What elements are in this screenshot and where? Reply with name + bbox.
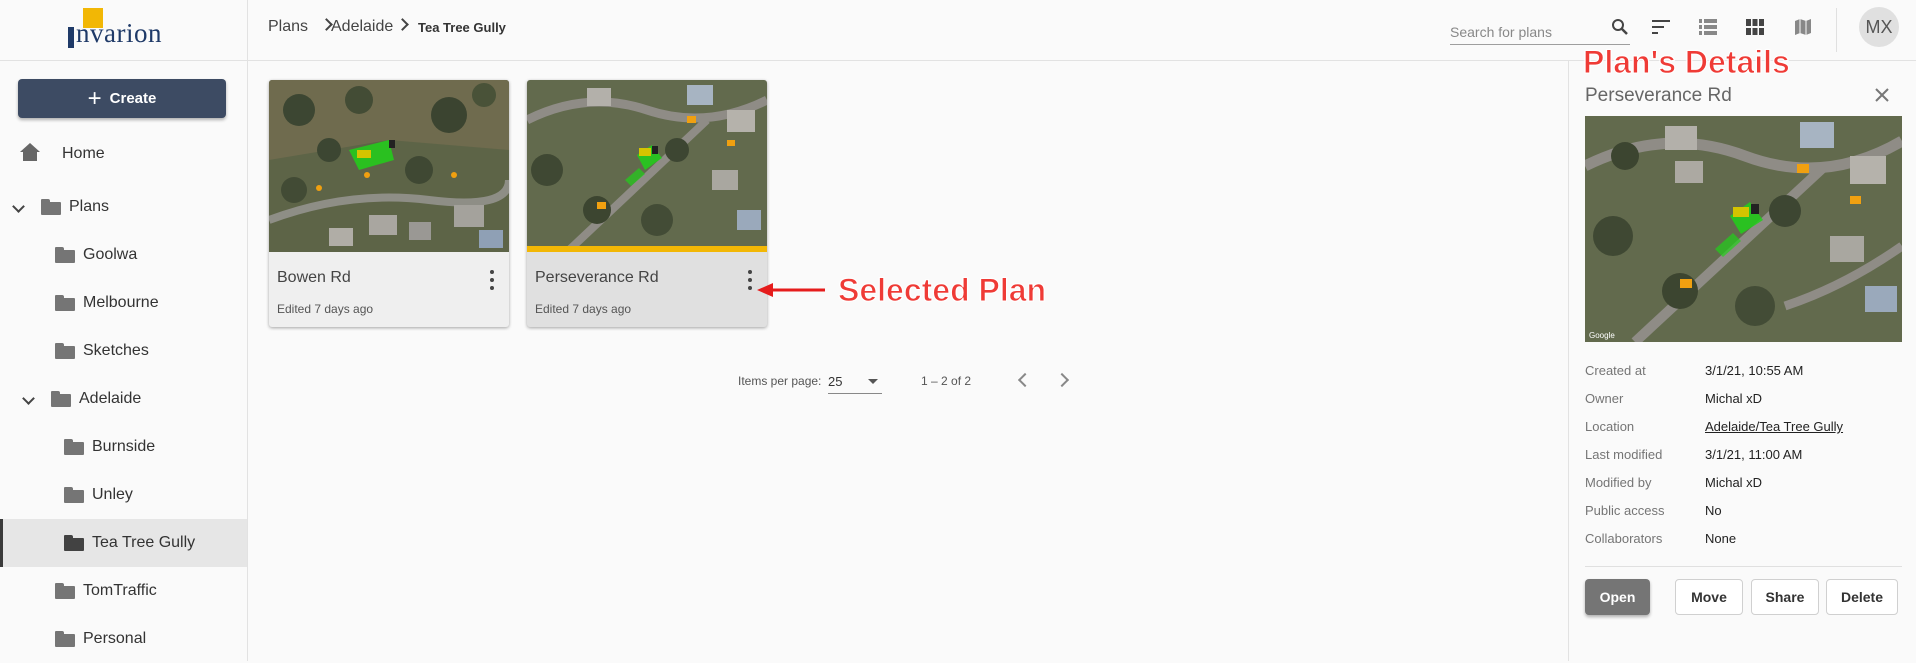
pagination-range: 1 – 2 of 2 [921,374,972,388]
sidebar-item-tomtraffic[interactable]: TomTraffic [0,567,247,615]
folder-icon [55,295,75,311]
folder-icon [55,631,75,647]
plus-icon: + [87,84,102,112]
sidebar-item-personal[interactable]: Personal [0,615,247,663]
folder-icon [64,439,84,455]
detail-value: Michal xD [1705,475,1763,490]
plan-card-subtitle: Edited 7 days ago [277,302,374,316]
breadcrumb-adelaide[interactable]: Adelaide [331,18,393,36]
detail-label: Collaborators [1585,531,1663,546]
folder-icon [64,535,84,551]
next-page-icon[interactable] [1054,372,1070,388]
more-options-icon[interactable] [747,270,753,290]
details-title: Perseverance Rd [1585,85,1732,106]
detail-label: Location [1585,419,1635,434]
annotation-selected-plan: Selected Plan [837,272,1047,309]
share-button[interactable]: Share [1751,579,1819,615]
sidebar-item-burnside[interactable]: Burnside [0,423,247,471]
plan-card-subtitle: Edited 7 days ago [535,302,632,316]
breadcrumb-plans[interactable]: Plans [268,18,308,36]
move-button[interactable]: Move [1675,579,1743,615]
sidebar-item-goolwa[interactable]: Goolwa [0,231,247,279]
annotation-arrow-icon [757,283,825,297]
search-input[interactable] [1450,18,1600,40]
detail-value: 3/1/21, 10:55 AM [1705,363,1804,378]
detail-value: Michal xD [1705,391,1763,406]
items-per-page-label: Items per page: [738,374,822,388]
detail-value: None [1705,531,1737,546]
close-icon[interactable] [1873,86,1891,104]
folder-icon [55,247,75,263]
sort-icon[interactable] [1650,15,1674,39]
open-button[interactable]: Open [1585,579,1650,615]
detail-label: Modified by [1585,475,1652,490]
list-view-icon[interactable] [1696,15,1720,39]
folder-icon [41,199,61,215]
sidebar: nvarion + Create Home Plans Goolwa Melbo… [0,0,248,661]
logo-text: nvarion [76,18,162,48]
user-avatar[interactable]: MX [1859,7,1899,47]
breadcrumb-current: Tea Tree Gully [418,20,506,35]
chevron-down-icon[interactable] [22,390,35,408]
create-button[interactable]: + Create [18,79,226,118]
map-view-icon[interactable] [1791,15,1815,39]
sidebar-item-melbourne[interactable]: Melbourne [0,279,247,327]
sidebar-item-sketches[interactable]: Sketches [0,327,247,375]
details-thumbnail: Google [1585,116,1902,342]
home-icon [20,142,40,166]
more-options-icon[interactable] [489,270,495,290]
plan-card[interactable]: Bowen Rd Edited 7 days ago [269,80,509,327]
detail-value: No [1705,503,1722,518]
dropdown-arrow-icon [868,379,878,384]
items-per-page-select[interactable]: 25 [828,365,882,394]
chevron-down-icon[interactable] [12,198,25,216]
detail-label: Owner [1585,391,1624,406]
detail-label: Public access [1585,503,1665,518]
detail-label: Last modified [1585,447,1663,462]
invarion-logo[interactable]: nvarion [68,8,180,48]
folder-icon [64,487,84,503]
svg-text:Google: Google [1589,331,1615,340]
previous-page-icon[interactable] [1017,372,1033,388]
folder-icon [55,583,75,599]
plan-thumbnail [527,80,767,252]
plan-card-title: Bowen Rd [277,269,351,286]
detail-label: Created at [1585,363,1646,378]
sidebar-item-unley[interactable]: Unley [0,471,247,519]
sidebar-item-tea-tree-gully[interactable]: Tea Tree Gully [0,519,247,567]
plan-thumbnail [269,80,509,252]
location-link[interactable]: Adelaide/Tea Tree Gully [1705,419,1843,434]
annotation-plans-details: Plan's Details [1583,44,1791,81]
plan-card-title: Perseverance Rd [535,269,659,286]
grid-view-icon[interactable] [1743,15,1767,39]
detail-value: 3/1/21, 11:00 AM [1705,447,1803,462]
sidebar-item-adelaide[interactable]: Adelaide [0,375,247,423]
delete-button[interactable]: Delete [1826,579,1898,615]
search-field[interactable] [1450,18,1630,45]
sidebar-item-home[interactable]: Home [0,130,247,178]
sidebar-item-plans[interactable]: Plans [0,183,247,231]
plan-card-selected[interactable]: Perseverance Rd Edited 7 days ago [527,80,767,327]
search-icon[interactable] [1608,15,1632,39]
folder-icon [55,343,75,359]
folder-icon [51,391,71,407]
